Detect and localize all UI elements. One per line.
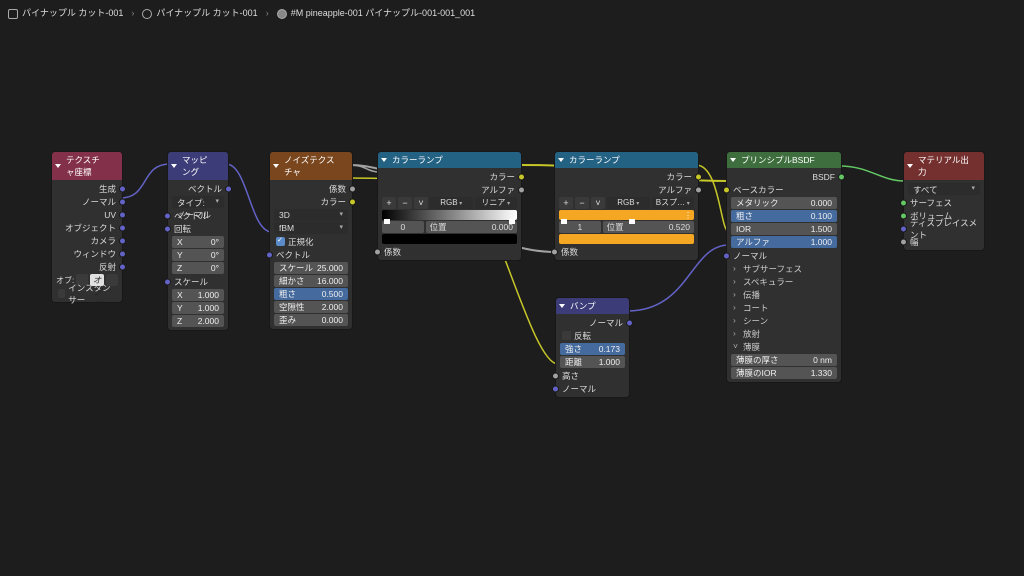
node-header[interactable]: カラーランプ: [555, 152, 698, 168]
color-ramp-gradient[interactable]: ⋮: [559, 210, 694, 220]
node-header[interactable]: ノイズテクスチャ: [270, 152, 352, 180]
color-swatch[interactable]: [382, 234, 517, 244]
remove-stop-button[interactable]: −: [398, 197, 412, 209]
ramp-menu-button[interactable]: ˅: [591, 197, 605, 209]
node-header[interactable]: カラーランプ: [378, 152, 521, 168]
node-header[interactable]: プリンシプルBSDF: [727, 152, 841, 168]
node-noise[interactable]: ノイズテクスチャ 係数 カラー 3D fBM 正規化 ベクトル スケール25.0…: [270, 152, 352, 329]
node-colorramp-2[interactable]: カラーランプ カラー アルファ + − ˅ RGB Bスプ… ⋮ 1 位置0.5…: [555, 152, 698, 260]
remove-stop-button[interactable]: −: [575, 197, 589, 209]
node-bump[interactable]: バンプ ノーマル 反転 強さ0.173 距離1.000 高さ ノーマル: [556, 298, 629, 397]
node-header[interactable]: マッピング: [168, 152, 228, 180]
node-header[interactable]: テクスチャ座標: [52, 152, 122, 180]
instancer-toggle[interactable]: インスタンサー: [52, 287, 122, 300]
node-material-output[interactable]: マテリアル出力 すべて サーフェス ボリューム ディスプレイスメント 幅: [904, 152, 984, 250]
color-ramp-gradient[interactable]: ⋮: [382, 210, 517, 220]
normalize-toggle[interactable]: 正規化: [270, 235, 352, 248]
node-colorramp-1[interactable]: カラーランプ カラー アルファ + − ˅ RGB リニア ⋮ 0 位置0.00…: [378, 152, 521, 260]
invert-toggle[interactable]: 反転: [556, 329, 629, 342]
node-principled-bsdf[interactable]: プリンシプルBSDF BSDF ベースカラー メタリック0.000 粗さ0.10…: [727, 152, 841, 382]
mapping-type[interactable]: タイプ: ノーマル: [172, 196, 224, 208]
add-stop-button[interactable]: +: [382, 197, 396, 209]
node-texcoord[interactable]: テクスチャ座標 生成 ノーマル UV オブジェクト カメラ ウィンドウ 反射 オ…: [52, 152, 122, 302]
ramp-menu-button[interactable]: ˅: [414, 197, 428, 209]
node-mapping[interactable]: マッピング ベクトル タイプ: ノーマル ベクトル 回転 X0° Y0° Z0°…: [168, 152, 228, 330]
node-header[interactable]: バンプ: [556, 298, 629, 314]
color-swatch[interactable]: [559, 234, 694, 244]
add-stop-button[interactable]: +: [559, 197, 573, 209]
node-header[interactable]: マテリアル出力: [904, 152, 984, 180]
